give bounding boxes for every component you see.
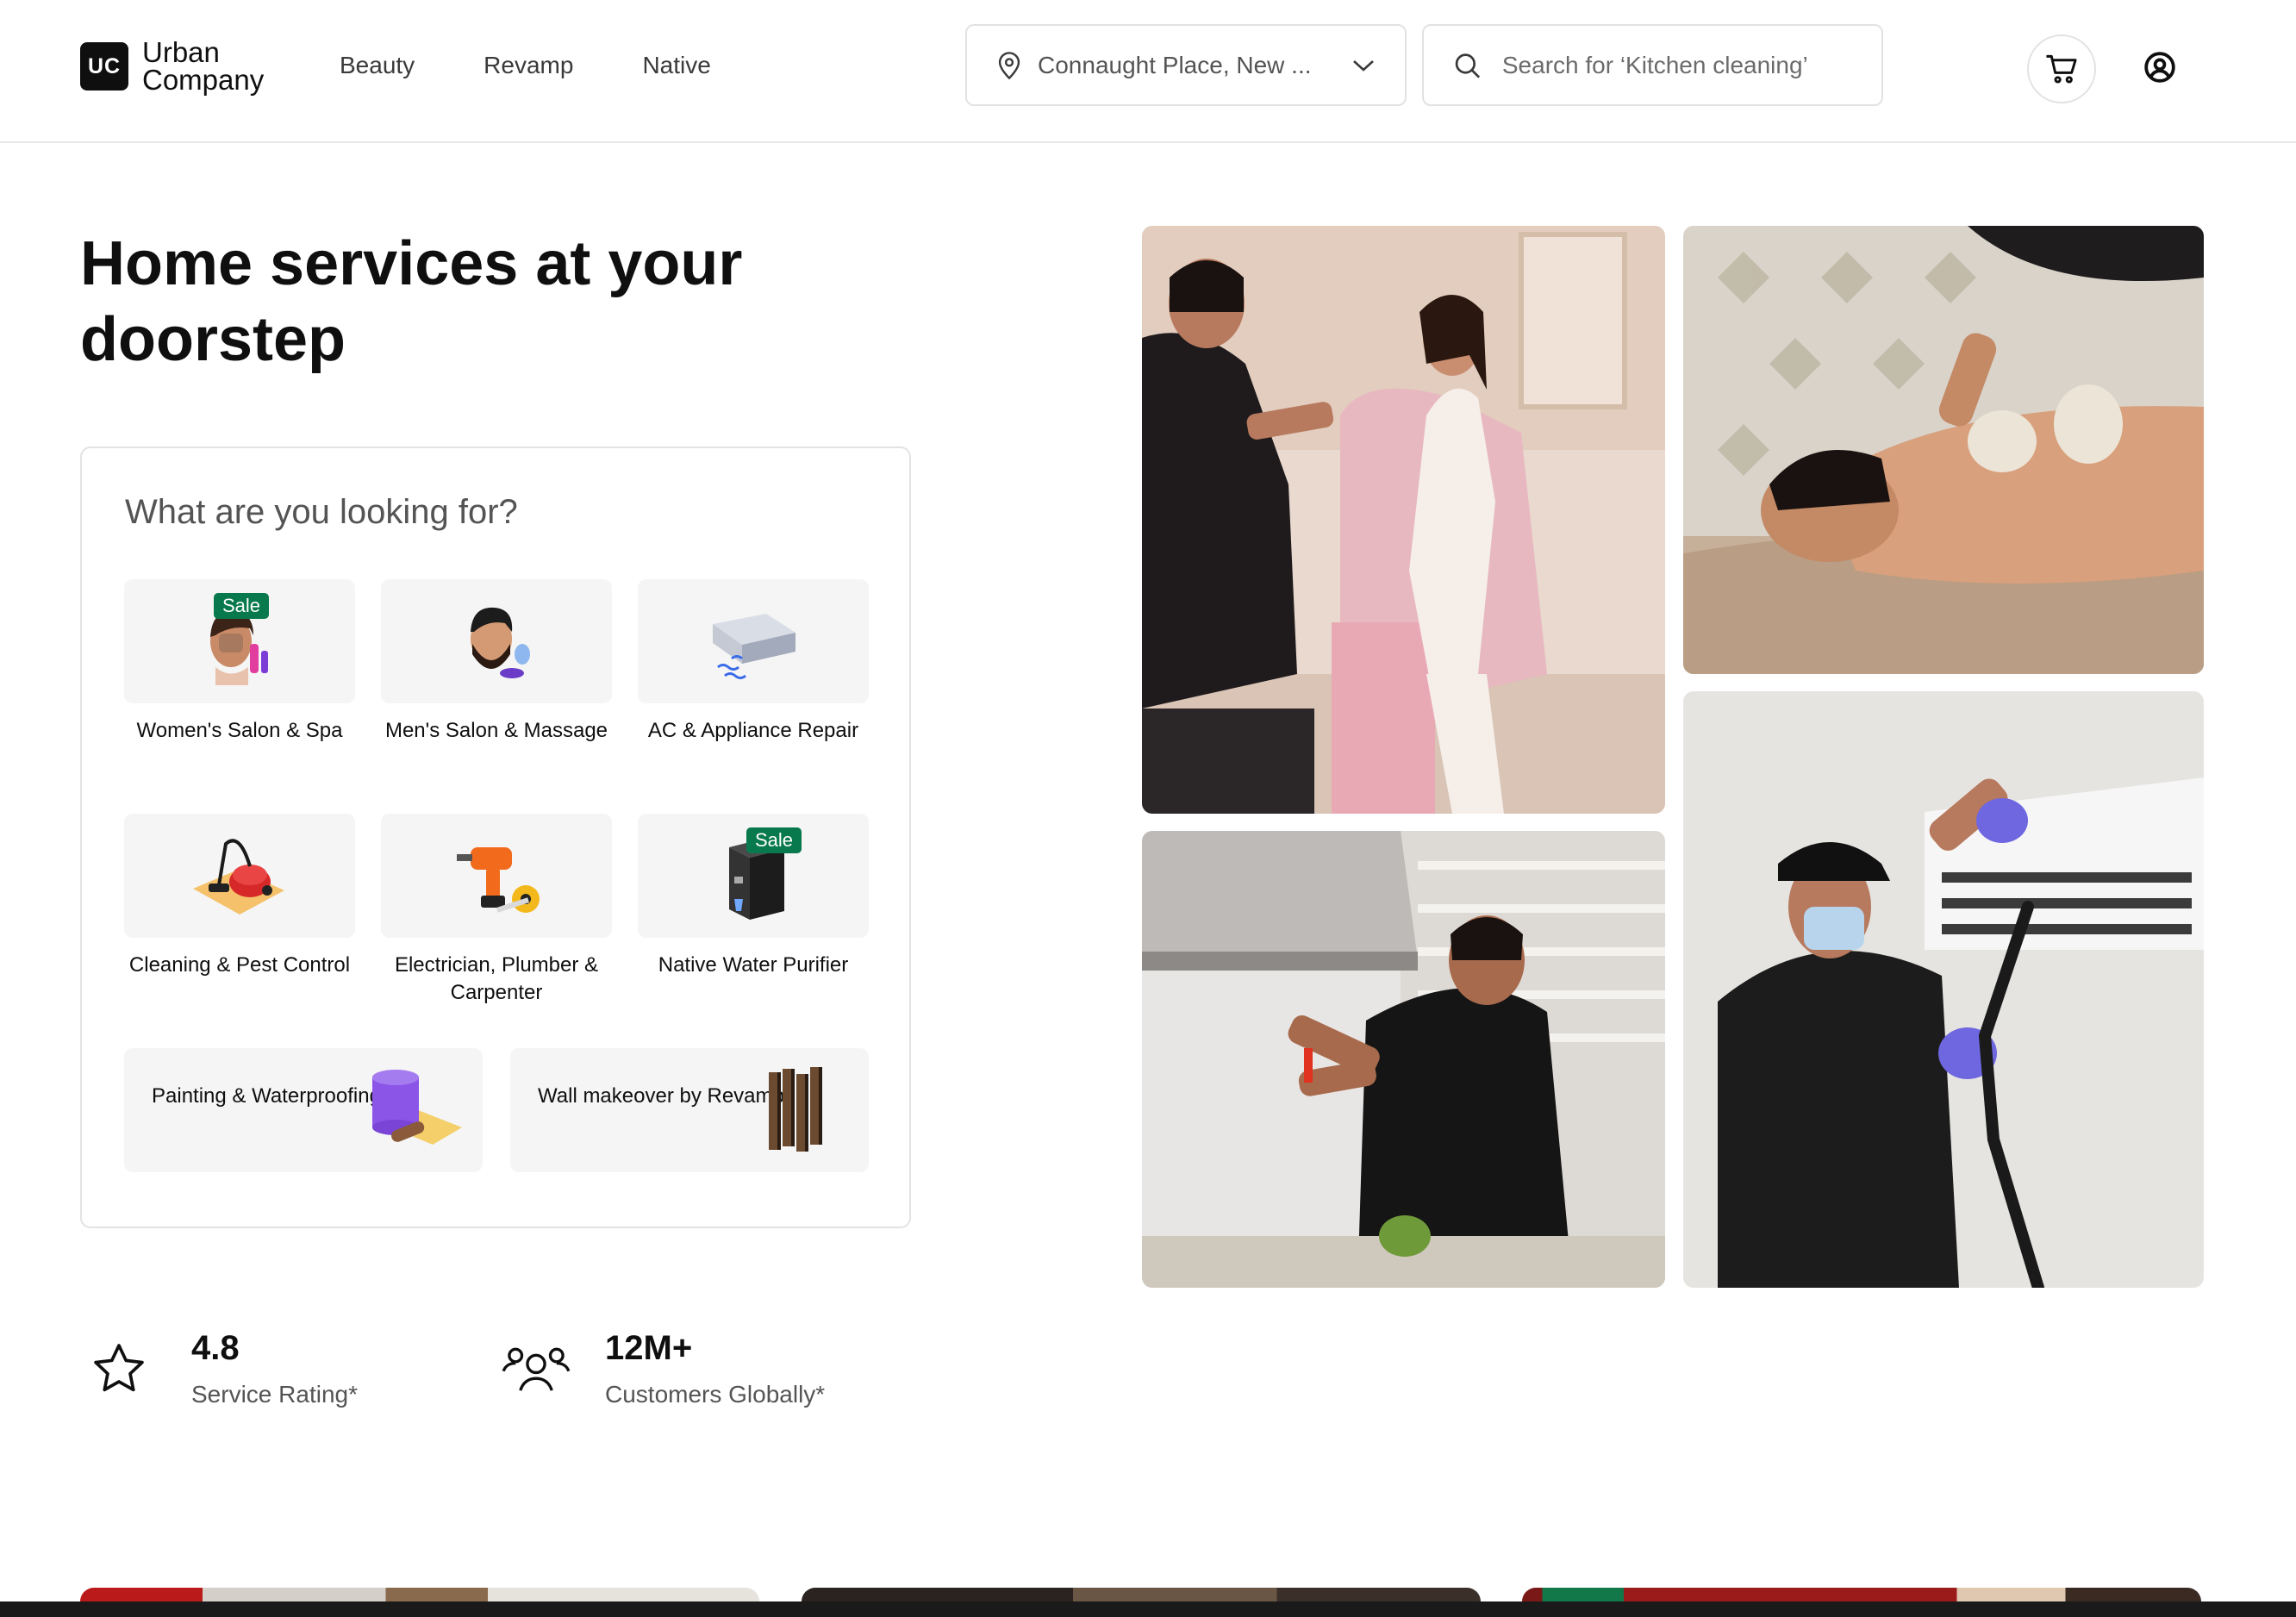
- sale-badge: Sale: [746, 827, 802, 853]
- womens-salon-image: Sale: [124, 579, 355, 703]
- stat-customers: 12M+ Customers Globally*: [500, 1327, 825, 1408]
- tile-label: Native Water Purifier: [658, 953, 849, 977]
- service-tile-painting[interactable]: Painting & Waterproofing: [124, 1048, 483, 1172]
- service-tile-cleaning[interactable]: Cleaning & Pest Control: [124, 814, 355, 979]
- logo-wordmark: Urban Company: [142, 36, 265, 96]
- tile-label: AC & Appliance Repair: [647, 719, 859, 742]
- stat-customers-caption: Customers Globally*: [605, 1381, 826, 1408]
- water-purifier-image: Sale: [638, 814, 869, 938]
- location-text: Connaught Place, New ...: [1038, 51, 1312, 78]
- cart-button[interactable]: [2027, 34, 2096, 103]
- stat-customers-value: 12M+: [605, 1329, 693, 1367]
- hero-photo-ac-service: [1683, 691, 2204, 1288]
- search-bar[interactable]: [1422, 24, 1883, 106]
- service-tile-womens-salon[interactable]: Sale Women's Salon & Spa: [124, 579, 355, 745]
- stat-rating-caption: Service Rating*: [191, 1381, 358, 1408]
- drill-icon: [457, 847, 540, 913]
- search-input[interactable]: [1501, 51, 1852, 79]
- air-conditioner-icon: [713, 614, 795, 679]
- hero-title: Home services at your doorstep: [80, 229, 743, 374]
- star-icon: [94, 1344, 144, 1392]
- mens-salon-image: [381, 579, 612, 703]
- tile-label: Wall makeover by Revamp: [538, 1084, 784, 1108]
- tile-label: Electrician, Plumber & Carpenter: [394, 953, 599, 1004]
- paint-bucket-icon: [372, 1070, 462, 1145]
- hero-photo-salon: [1142, 226, 1665, 814]
- ac-repair-image: [638, 579, 869, 703]
- logo-mark: UC: [80, 42, 128, 91]
- services-heading: What are you looking for?: [125, 493, 518, 531]
- top-header: UC Urban Company Beauty Revamp Native Co…: [0, 0, 2296, 143]
- stat-rating: 4.8 Service Rating*: [90, 1327, 358, 1408]
- urban-company-logo[interactable]: UC Urban Company: [80, 36, 265, 96]
- hero-photo-chimney: [1142, 831, 1665, 1288]
- tile-label: Painting & Waterproofing: [152, 1084, 381, 1108]
- chevron-down-icon: [1353, 59, 1374, 72]
- cleaning-image: [124, 814, 355, 938]
- sale-badge: Sale: [214, 593, 270, 619]
- service-tile-water-purifier[interactable]: Sale Native Water Purifier: [638, 814, 869, 979]
- bottom-scroll-bar: [0, 1601, 2296, 1617]
- service-tile-electrician[interactable]: Electrician, Plumber & Carpenter: [381, 814, 612, 1007]
- nav-native[interactable]: Native: [642, 48, 710, 83]
- cart-icon: [2046, 54, 2077, 84]
- stat-rating-value: 4.8: [191, 1329, 240, 1367]
- logo-line-1: Urban: [142, 36, 220, 68]
- services-panel: What are you looking for? Sale Women's S…: [80, 446, 911, 1228]
- tile-label: Women's Salon & Spa: [136, 719, 343, 742]
- main-nav: Beauty Revamp Native: [340, 48, 780, 83]
- nav-revamp[interactable]: Revamp: [484, 48, 573, 83]
- user-circle-icon: [2144, 52, 2175, 83]
- tile-label: Men's Salon & Massage: [384, 719, 608, 742]
- electrician-image: [381, 814, 612, 938]
- man-face-icon: [471, 607, 530, 678]
- logo-line-2: Company: [142, 64, 265, 96]
- vacuum-cleaner-icon: [193, 839, 284, 915]
- tile-label: Cleaning & Pest Control: [128, 953, 351, 977]
- service-tile-wall-makeover[interactable]: Wall makeover by Revamp: [510, 1048, 869, 1172]
- nav-beauty[interactable]: Beauty: [340, 48, 415, 83]
- service-tile-mens-salon[interactable]: Men's Salon & Massage: [381, 579, 612, 745]
- service-tile-ac-repair[interactable]: AC & Appliance Repair: [638, 579, 869, 745]
- map-pin-icon: [998, 51, 1020, 79]
- hero-photo-massage: [1683, 226, 2204, 674]
- wood-panel-icon: [769, 1067, 822, 1152]
- account-button[interactable]: [2141, 48, 2179, 86]
- search-icon: [1455, 53, 1481, 78]
- users-icon: [502, 1347, 571, 1391]
- location-selector[interactable]: Connaught Place, New ...: [965, 24, 1407, 106]
